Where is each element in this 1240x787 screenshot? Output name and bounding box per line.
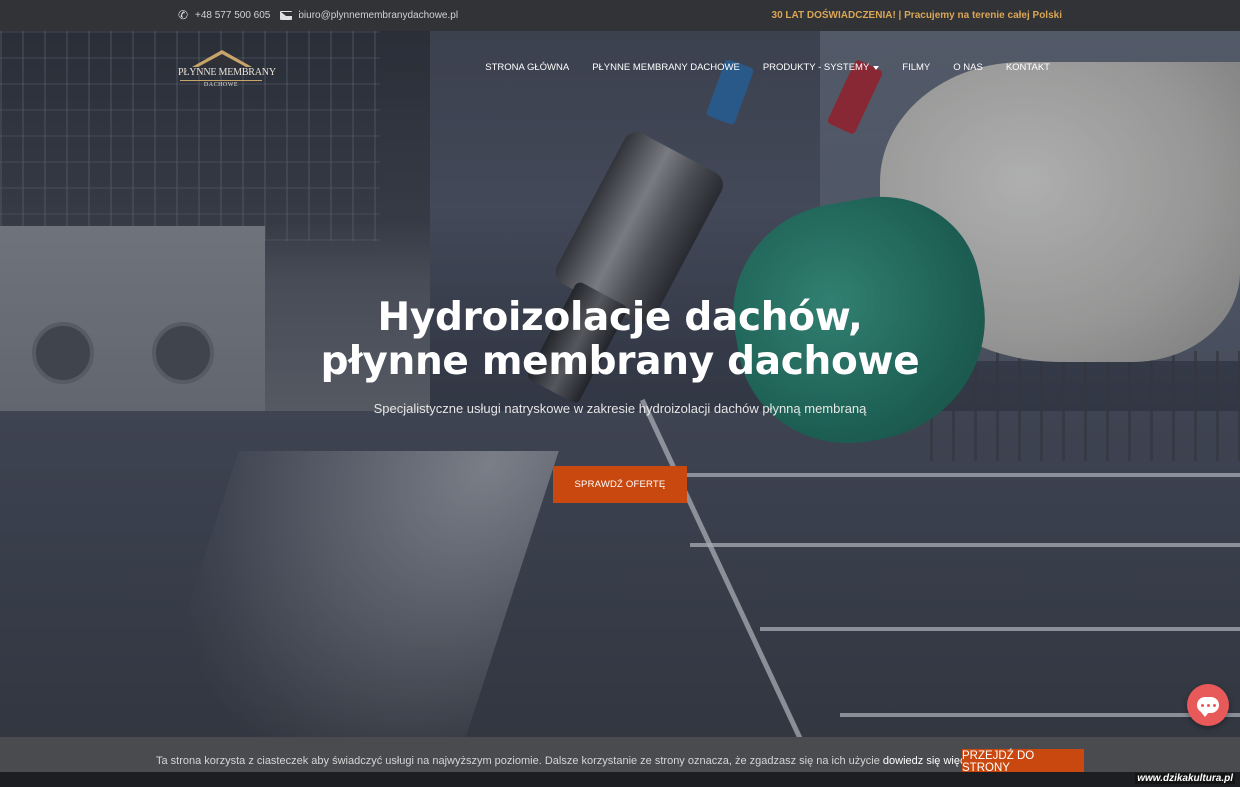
experience-promo: 30 LAT DOŚWIADCZENIA! | Pracujemy na ter… (771, 10, 1062, 21)
phone-number[interactable]: +48 577 500 605 (195, 10, 270, 21)
nav-item-about[interactable]: O NAS (942, 62, 995, 73)
nav-label: PŁYNNE MEMBRANY DACHOWE (592, 62, 740, 73)
nav-item-contact[interactable]: KONTAKT (994, 62, 1062, 73)
nav-label: O NAS (953, 62, 983, 73)
hero-dark-overlay (0, 31, 1240, 737)
chat-dot (1200, 703, 1204, 707)
chat-dot (1206, 703, 1210, 707)
nav-item-films[interactable]: FILMY (891, 62, 942, 73)
nav-label: PRODUKTY - SYSTEMY (762, 62, 870, 73)
logo-name: PŁYNNE MEMBRANY (178, 67, 276, 78)
email-contact[interactable]: biuro@plynnemembranydachowe.pl (280, 10, 458, 21)
hero-title-line2: płynne membrany dachowe (320, 339, 920, 384)
site-logo[interactable]: PŁYNNE MEMBRANY DACHOWE (178, 50, 276, 92)
main-navigation: STRONA GŁÓWNA PŁYNNE MEMBRANY DACHOWE PR… (474, 62, 1062, 73)
cookie-message: Ta strona korzysta z ciasteczek aby świa… (156, 755, 883, 767)
nav-item-products[interactable]: PRODUKTY - SYSTEMY (751, 62, 890, 73)
phone-contact[interactable]: +48 577 500 605 (178, 8, 270, 22)
hero-title-line1: Hydroizolacje dachów, (377, 295, 863, 340)
top-info-bar: +48 577 500 605 biuro@plynnemembranydach… (0, 0, 1240, 31)
logo-divider (180, 80, 262, 81)
nav-item-membranes[interactable]: PŁYNNE MEMBRANY DACHOWE (581, 62, 752, 73)
contact-info: +48 577 500 605 biuro@plynnemembranydach… (178, 0, 458, 31)
nav-label: FILMY (902, 62, 931, 73)
check-offer-button[interactable]: SPRAWDŹ OFERTĘ (553, 466, 687, 503)
email-address[interactable]: biuro@plynnemembranydachowe.pl (298, 10, 458, 21)
phone-icon (178, 8, 189, 22)
nav-item-home[interactable]: STRONA GŁÓWNA (474, 62, 581, 73)
chat-dot (1212, 703, 1216, 707)
hero-title: Hydroizolacje dachów, płynne membrany da… (0, 296, 1240, 384)
watermark-strip (0, 772, 1240, 787)
caret-down-icon (873, 65, 880, 70)
cookie-text: Ta strona korzysta z ciasteczek aby świa… (156, 755, 977, 767)
logo-subtitle: DACHOWE (203, 82, 239, 88)
chat-button[interactable] (1187, 684, 1229, 726)
watermark: www.dzikakultura.pl (1135, 773, 1235, 784)
chat-bubble-icon (1197, 697, 1219, 717)
hero-subtitle: Specjalistyczne usługi natryskowe w zakr… (373, 401, 867, 416)
hero-section (0, 31, 1240, 737)
envelope-icon (280, 11, 302, 20)
nav-label: KONTAKT (1005, 62, 1050, 73)
nav-label: STRONA GŁÓWNA (485, 62, 570, 73)
logo-roof-icon (192, 50, 252, 67)
